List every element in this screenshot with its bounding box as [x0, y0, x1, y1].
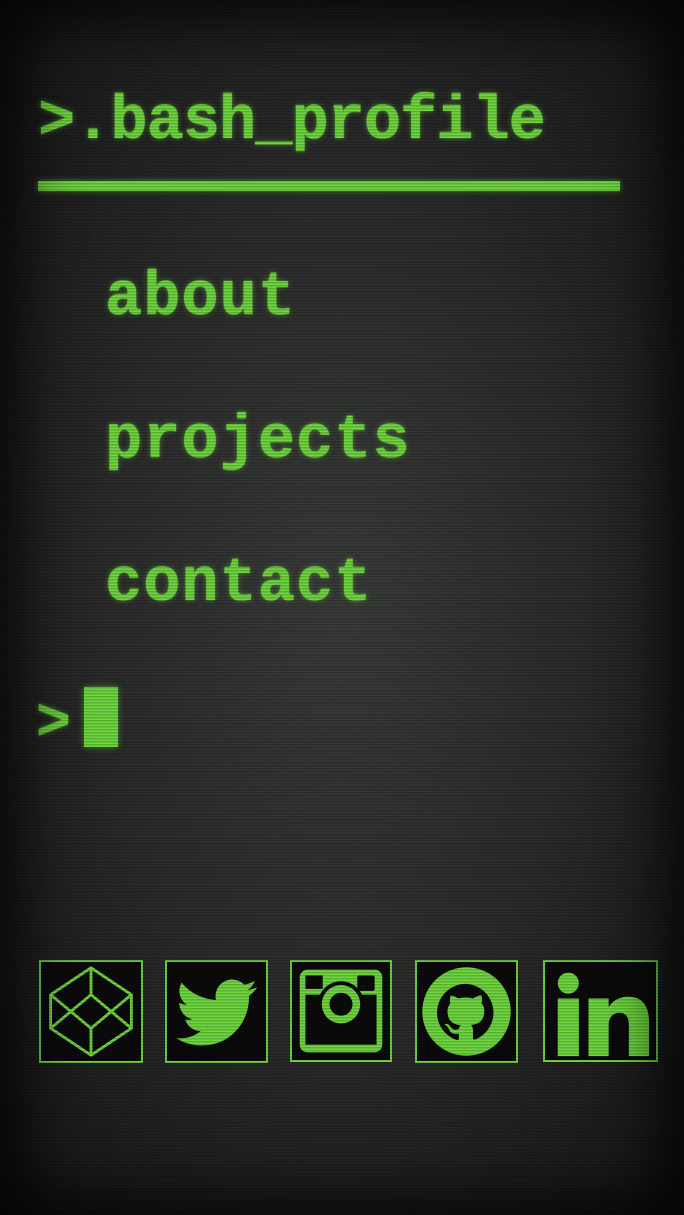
github-link[interactable]	[415, 960, 518, 1063]
nav-link-contact[interactable]: contact	[105, 548, 372, 619]
codepen-icon	[49, 966, 133, 1057]
title-underline	[38, 181, 620, 191]
instagram-icon	[299, 969, 383, 1053]
terminal-screen: >.bash_profile about projects contact >	[0, 0, 684, 1215]
nav-link-projects[interactable]: projects	[105, 405, 411, 476]
linkedin-icon	[557, 972, 650, 1057]
page-title: >.bash_profile	[38, 86, 546, 157]
linkedin-link[interactable]	[543, 960, 658, 1062]
codepen-link[interactable]	[39, 960, 143, 1063]
twitter-link[interactable]	[165, 960, 268, 1063]
prompt-symbol: >	[36, 692, 71, 757]
twitter-icon	[176, 979, 258, 1046]
instagram-link[interactable]	[290, 960, 392, 1062]
blinking-cursor	[84, 687, 118, 747]
github-icon	[422, 967, 511, 1056]
nav-link-about[interactable]: about	[105, 262, 296, 333]
